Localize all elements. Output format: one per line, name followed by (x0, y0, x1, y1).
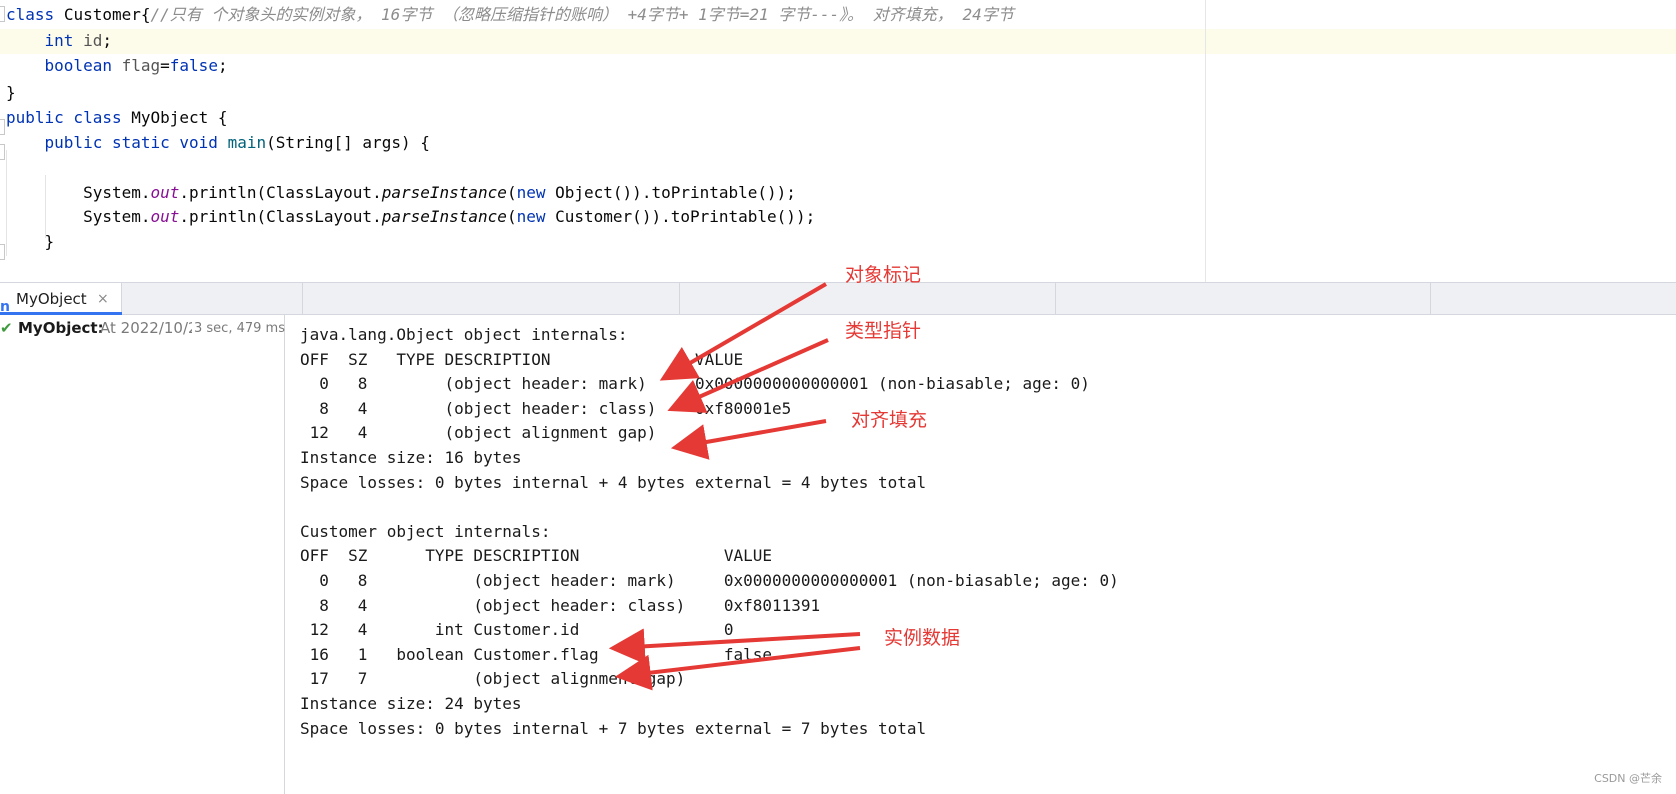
code-token: public class (6, 108, 122, 127)
run-start-time: At 2022/10/2 (100, 319, 192, 337)
tab-separator (679, 283, 680, 315)
code-token: Customer{ (63, 5, 151, 24)
annotation-mark-word: 对象标记 (845, 264, 922, 286)
code-token: ; (217, 56, 228, 75)
code-token: parseInstance (381, 183, 507, 202)
annotation-padding: 对齐填充 (851, 409, 928, 431)
code-line: public class MyObject { (6, 105, 228, 131)
run-tab-bar: n MyObject × (0, 282, 1676, 315)
console-line: Space losses: 0 bytes internal + 4 bytes… (300, 472, 927, 492)
code-line: System.out.println(ClassLayout.parseInst… (6, 180, 796, 206)
code-token: .println(ClassLayout. (179, 207, 382, 226)
fold-marker-icon[interactable] (0, 144, 5, 160)
code-token: } (6, 232, 55, 251)
run-duration: 3 sec, 479 ms (194, 321, 285, 336)
code-token: public static void (44, 133, 218, 152)
code-token: id (83, 31, 103, 50)
fold-marker-icon[interactable] (0, 244, 5, 260)
console-line: Customer object internals: (300, 521, 551, 541)
console-line: Instance size: 16 bytes (300, 448, 522, 467)
code-line: } (6, 229, 55, 255)
close-icon[interactable]: × (97, 283, 109, 315)
current-line-highlight (0, 29, 1676, 54)
annotation-instance-data: 实例数据 (884, 627, 961, 649)
right-margin-guide (1205, 0, 1206, 282)
console-line: 12 4 int Customer.id 0 (300, 620, 734, 640)
code-token: ; (102, 31, 112, 50)
code-token: .println(ClassLayout. (179, 183, 382, 202)
code-token: System. (6, 183, 151, 202)
code-token: main (227, 133, 267, 152)
tab-separator (1430, 283, 1431, 315)
code-token: false (169, 56, 218, 75)
console-line: 0 8 (object header: mark) 0x000000000000… (300, 374, 1090, 394)
tab-myobject[interactable]: n MyObject × (0, 283, 122, 315)
code-token: Customer()).toPrintable()); (545, 207, 816, 226)
fold-marker-icon[interactable] (0, 6, 5, 22)
code-token: ( (506, 183, 517, 202)
tab-separator (302, 283, 303, 315)
console-line: 12 4 (object alignment gap) (300, 423, 657, 443)
code-line: public static void main(String[] args) { (6, 130, 430, 156)
console-line: Instance size: 24 bytes (300, 694, 522, 713)
code-token: new (516, 183, 546, 202)
console-line: OFF SZ TYPE DESCRIPTION VALUE (300, 546, 773, 566)
console-line: 17 7 (object alignment gap) (300, 669, 686, 689)
console-line: 16 1 boolean Customer.flag false (300, 644, 773, 664)
watermark: CSDN @芒余 (1594, 772, 1662, 785)
code-token: = (160, 56, 170, 75)
code-token: //只有 个对象头的实例对象， 16字节 （忽略压缩指针的账响） +4字节+ 1… (150, 5, 1014, 24)
console-line: 8 4 (object header: class) 0xf8011391 (300, 595, 821, 615)
console-line: OFF SZ TYPE DESCRIPTION VALUE (300, 349, 744, 369)
console-line: java.lang.Object object internals: (300, 325, 628, 344)
code-token: System. (6, 207, 151, 226)
code-token: out (150, 183, 180, 202)
annotation-klass-pointer: 类型指针 (845, 320, 922, 342)
code-token: MyObject { (121, 108, 228, 127)
code-line: class Customer{//只有 个对象头的实例对象， 16字节 （忽略压… (6, 2, 1014, 28)
code-token: parseInstance (381, 207, 507, 226)
run-config-name[interactable]: MyObject: (18, 319, 104, 337)
console-line: 0 8 (object header: mark) 0x000000000000… (300, 571, 1119, 590)
code-token: new (516, 207, 546, 226)
success-check-icon: ✔ (0, 319, 13, 337)
fold-marker-icon[interactable] (0, 119, 5, 135)
code-token: ( (506, 207, 517, 226)
code-token: class (6, 5, 55, 24)
code-token: boolean (44, 56, 112, 75)
code-line: boolean flag=false; (6, 53, 228, 79)
code-token: Object()).toPrintable()); (545, 183, 796, 202)
arrow-to-padding (670, 419, 827, 460)
code-token: flag (121, 56, 161, 75)
code-token: int (44, 31, 74, 50)
code-token: (String[] args) { (266, 133, 430, 152)
run-tree-panel: ✔ MyObject: At 2022/10/2 3 sec, 479 ms (0, 315, 285, 794)
code-token: out (150, 207, 180, 226)
tab-separator (1055, 283, 1056, 315)
code-line: int id; (6, 28, 112, 54)
code-line: } (6, 80, 16, 106)
code-token: } (6, 83, 16, 102)
console-line: 8 4 (object header: class) 0xf80001e5 (300, 398, 792, 418)
code-editor[interactable]: class Customer{//只有 个对象头的实例对象， 16字节 （忽略压… (0, 0, 1676, 282)
code-line: System.out.println(ClassLayout.parseInst… (6, 204, 815, 230)
tab-label: MyObject (16, 290, 87, 308)
console-line: Space losses: 0 bytes internal + 7 bytes… (300, 718, 927, 738)
